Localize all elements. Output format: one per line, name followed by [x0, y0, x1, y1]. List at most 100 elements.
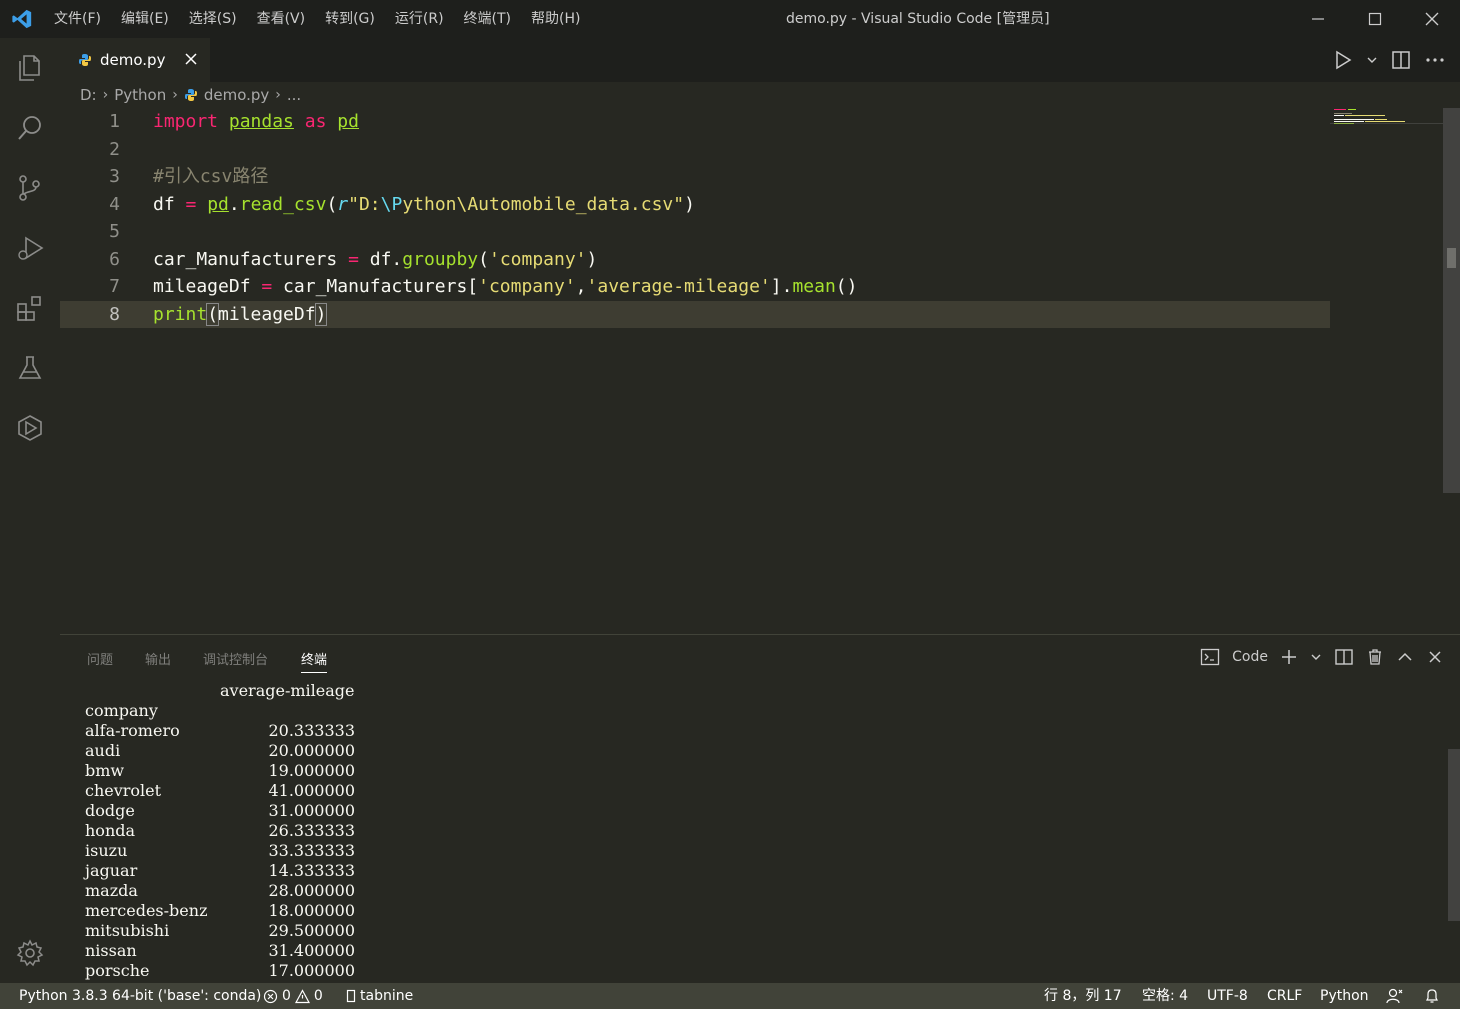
- indentation[interactable]: 空格: 4: [1142, 983, 1188, 1009]
- line-number: 1: [109, 111, 120, 132]
- code-token: \P: [380, 193, 403, 215]
- testing-icon: [18, 356, 42, 379]
- code-editor[interactable]: 1 import pandas as pd 2 3 #引入csv路径 4 df …: [60, 108, 1443, 634]
- code-token: car_Manufacturers[: [272, 276, 479, 297]
- code-token: =: [185, 193, 197, 215]
- code-line: 4 df = pd.read_csv(r"D:\Python\Automobil…: [60, 191, 1330, 219]
- minimize-button[interactable]: [1289, 0, 1346, 38]
- code-line: 5: [60, 218, 1330, 246]
- maximize-button[interactable]: [1346, 0, 1403, 38]
- code-token: =: [348, 248, 359, 270]
- terminal-output[interactable]: average-mileage company alfa-romero 20.33…: [85, 681, 1435, 981]
- chevron-right-icon: ›: [275, 87, 281, 103]
- testing-button[interactable]: [0, 338, 60, 398]
- title-bar: 文件(F) 编辑(E) 选择(S) 查看(V) 转到(G) 运行(R) 终端(T…: [0, 0, 1460, 38]
- end-of-line[interactable]: CRLF: [1267, 983, 1302, 1009]
- chevron-down-icon[interactable]: [1366, 49, 1378, 71]
- python-interpreter[interactable]: Python 3.8.3 64-bit ('base': conda): [19, 983, 261, 1009]
- breadcrumb-symbol[interactable]: ...: [287, 86, 301, 104]
- source-control-button[interactable]: [0, 158, 60, 218]
- breadcrumb: D: › Python › demo.py › ...: [60, 82, 1440, 108]
- terminal-scrollbar[interactable]: [1448, 749, 1460, 921]
- editor-actions: [1332, 46, 1446, 74]
- panel-actions: Code: [1200, 645, 1444, 669]
- menu-terminal[interactable]: 终端(T): [454, 0, 521, 38]
- chevron-right-icon: ›: [102, 87, 109, 103]
- tab-output[interactable]: 输出: [145, 649, 171, 668]
- code-token: df: [153, 193, 186, 215]
- encoding[interactable]: UTF-8: [1207, 983, 1248, 1009]
- close-window-button[interactable]: [1403, 0, 1460, 38]
- trash-icon[interactable]: [1366, 648, 1384, 666]
- maximize-icon: [1368, 12, 1381, 26]
- chevron-down-icon[interactable]: [1310, 648, 1322, 666]
- menu-view[interactable]: 查看(V): [247, 0, 316, 38]
- manage-button[interactable]: [0, 923, 60, 983]
- minimize-icon: [1311, 18, 1324, 20]
- menu-run[interactable]: 运行(R): [385, 0, 454, 38]
- tab-debug-console[interactable]: 调试控制台: [203, 649, 268, 668]
- code-token: 'average-mileage': [586, 276, 771, 297]
- run-debug-icon: [18, 236, 44, 260]
- menu-edit[interactable]: 编辑(E): [111, 0, 179, 38]
- more-actions-icon[interactable]: [1424, 49, 1446, 71]
- split-terminal-icon[interactable]: [1334, 648, 1354, 666]
- code-token: .: [228, 193, 240, 215]
- code-token: 'company': [488, 248, 587, 270]
- bottom-panel: 问题 输出 调试控制台 终端 Code average-mileage comp…: [60, 634, 1460, 983]
- problems-indicator[interactable]: 0 0: [263, 983, 323, 1009]
- terminal-value: 19.000000: [268, 761, 355, 780]
- breadcrumb-file[interactable]: demo.py: [204, 86, 269, 104]
- editor-scrollbar[interactable]: [1443, 108, 1460, 493]
- terminal-index-name: company: [85, 701, 158, 720]
- menu-file[interactable]: 文件(F): [44, 0, 111, 38]
- menu-go[interactable]: 转到(G): [315, 0, 385, 38]
- menu-help[interactable]: 帮助(H): [521, 0, 590, 38]
- explorer-icon: [19, 55, 40, 81]
- breadcrumb-drive[interactable]: D:: [80, 86, 97, 104]
- tab-demo-py[interactable]: demo.py: [60, 38, 210, 82]
- close-tab-icon[interactable]: [182, 50, 200, 68]
- code-token: "D:: [348, 193, 381, 215]
- tabnine-label: tabnine: [360, 988, 414, 1004]
- remote-explorer-button[interactable]: [0, 398, 60, 458]
- feedback-icon[interactable]: [1386, 988, 1404, 1004]
- status-bar: Python 3.8.3 64-bit ('base': conda) 0 0 …: [0, 983, 1460, 1009]
- menu-selection[interactable]: 选择(S): [179, 0, 247, 38]
- notifications-bell-icon[interactable]: [1424, 988, 1440, 1004]
- chevron-up-icon[interactable]: [1396, 648, 1414, 666]
- search-icon: [18, 116, 41, 140]
- search-button[interactable]: [0, 98, 60, 158]
- tabnine-status[interactable]: tabnine: [346, 983, 413, 1009]
- code-token: ): [314, 302, 328, 326]
- explorer-button[interactable]: [0, 38, 60, 98]
- minimap[interactable]: [1330, 108, 1445, 138]
- code-token: pd: [207, 193, 229, 215]
- warning-count: 0: [313, 988, 323, 1004]
- breadcrumb-folder[interactable]: Python: [114, 86, 166, 104]
- terminal-value: 14.333333: [268, 861, 355, 880]
- code-token: mileageDf: [218, 303, 316, 325]
- line-number: 2: [109, 138, 120, 160]
- window-title: demo.py - Visual Studio Code [管理员]: [786, 11, 1050, 27]
- terminal-value: 17.000000: [268, 961, 355, 980]
- cursor-position[interactable]: 行 8，列 17: [1044, 983, 1122, 1009]
- extensions-button[interactable]: [0, 278, 60, 338]
- terminal-selector[interactable]: Code: [1232, 649, 1268, 665]
- error-count: 0: [282, 988, 291, 1004]
- language-mode[interactable]: Python: [1320, 983, 1369, 1009]
- code-token: ): [684, 193, 695, 215]
- run-debug-button[interactable]: [0, 218, 60, 278]
- python-file-icon: [79, 54, 91, 66]
- terminal-value: 20.000000: [268, 741, 355, 760]
- add-terminal-icon[interactable]: [1280, 648, 1298, 666]
- terminal-value: 26.333333: [268, 821, 355, 840]
- split-editor-icon[interactable]: [1390, 49, 1412, 71]
- run-python-file-icon[interactable]: [1332, 49, 1354, 71]
- error-icon: [263, 989, 278, 1003]
- tab-problems[interactable]: 问题: [87, 649, 113, 668]
- source-control-icon: [19, 175, 40, 201]
- code-line: 2: [60, 136, 1330, 164]
- tab-terminal[interactable]: 终端: [301, 649, 328, 673]
- close-panel-icon[interactable]: [1426, 648, 1444, 666]
